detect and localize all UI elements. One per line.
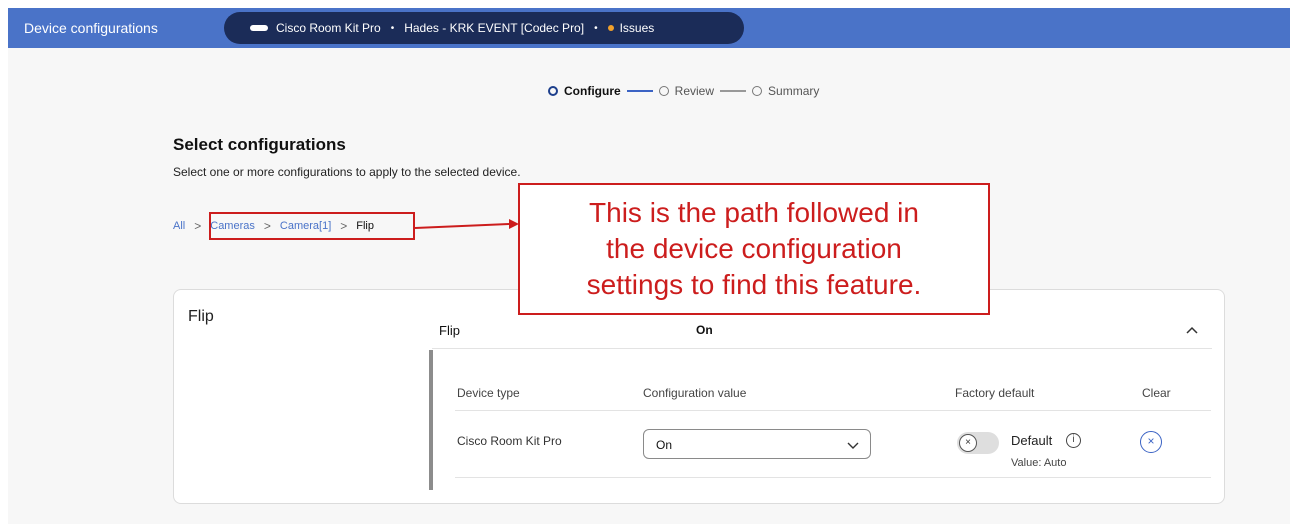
annotation-line: the device configuration xyxy=(606,233,902,264)
toggle-off-icon: × xyxy=(959,434,977,452)
divider xyxy=(455,477,1211,478)
annotation-line: This is the path followed in xyxy=(589,197,919,228)
step-summary-icon xyxy=(752,86,763,96)
breadcrumb-highlight-box xyxy=(209,212,415,240)
app-title: Device configurations xyxy=(24,20,158,36)
column-header-factory-default: Factory default xyxy=(955,386,1035,400)
separator-dot: • xyxy=(390,22,395,34)
step-configure-icon xyxy=(548,86,558,96)
separator-dot: • xyxy=(594,22,598,34)
page-title: Select configurations xyxy=(173,135,346,154)
card-title: Flip xyxy=(188,308,214,325)
config-value-selected: On xyxy=(656,438,673,452)
factory-default-label: Default xyxy=(1011,433,1053,448)
step-review-icon xyxy=(658,86,669,96)
step-review: Review xyxy=(674,84,715,98)
column-header-clear: Clear xyxy=(1142,386,1171,400)
config-row-value: On xyxy=(696,323,713,337)
column-header-device-type: Device type xyxy=(457,386,520,400)
annotation-line: settings to find this feature. xyxy=(586,269,922,300)
step-summary: Summary xyxy=(768,84,820,98)
factory-default-value: Value: Auto xyxy=(1011,457,1067,469)
issue-status-dot-icon xyxy=(607,25,614,31)
column-header-config-value: Configuration value xyxy=(643,386,747,400)
device-type-cell: Cisco Room Kit Pro xyxy=(457,434,562,448)
clear-button[interactable]: × xyxy=(1140,431,1162,453)
annotation-callout: This is the path followed in the device … xyxy=(518,183,990,315)
config-detail-panel: Device type Configuration value Factory … xyxy=(429,350,1212,490)
step-connector xyxy=(626,90,653,92)
configuration-card: Flip Flip On Device type Configuration v… xyxy=(173,289,1225,504)
top-bar: Device configurations Cisco Room Kit Pro… xyxy=(8,8,1290,48)
breadcrumb-all[interactable]: All xyxy=(173,220,185,232)
stepper: Configure Review Summary xyxy=(548,84,819,98)
workspace-name: Hades - KRK EVENT [Codec Pro] xyxy=(404,21,585,35)
device-name: Cisco Room Kit Pro xyxy=(276,21,381,35)
device-pill[interactable]: Cisco Room Kit Pro • Hades - KRK EVENT [… xyxy=(224,12,744,44)
config-value-select[interactable]: On xyxy=(643,429,871,459)
page-subtitle: Select one or more configurations to app… xyxy=(173,165,521,179)
step-configure: Configure xyxy=(564,84,621,98)
step-connector xyxy=(720,90,747,92)
config-row-name: Flip xyxy=(439,323,460,338)
chevron-up-icon[interactable] xyxy=(1184,322,1200,338)
issues-label[interactable]: Issues xyxy=(620,21,655,35)
info-icon[interactable]: i xyxy=(1066,433,1081,448)
annotation-arrow-icon xyxy=(415,219,519,229)
factory-default-toggle[interactable]: × xyxy=(957,432,999,454)
device-icon xyxy=(250,25,268,31)
breadcrumb-separator: > xyxy=(194,219,202,233)
chevron-down-icon xyxy=(847,442,859,449)
divider xyxy=(432,348,1212,349)
divider xyxy=(455,410,1211,411)
